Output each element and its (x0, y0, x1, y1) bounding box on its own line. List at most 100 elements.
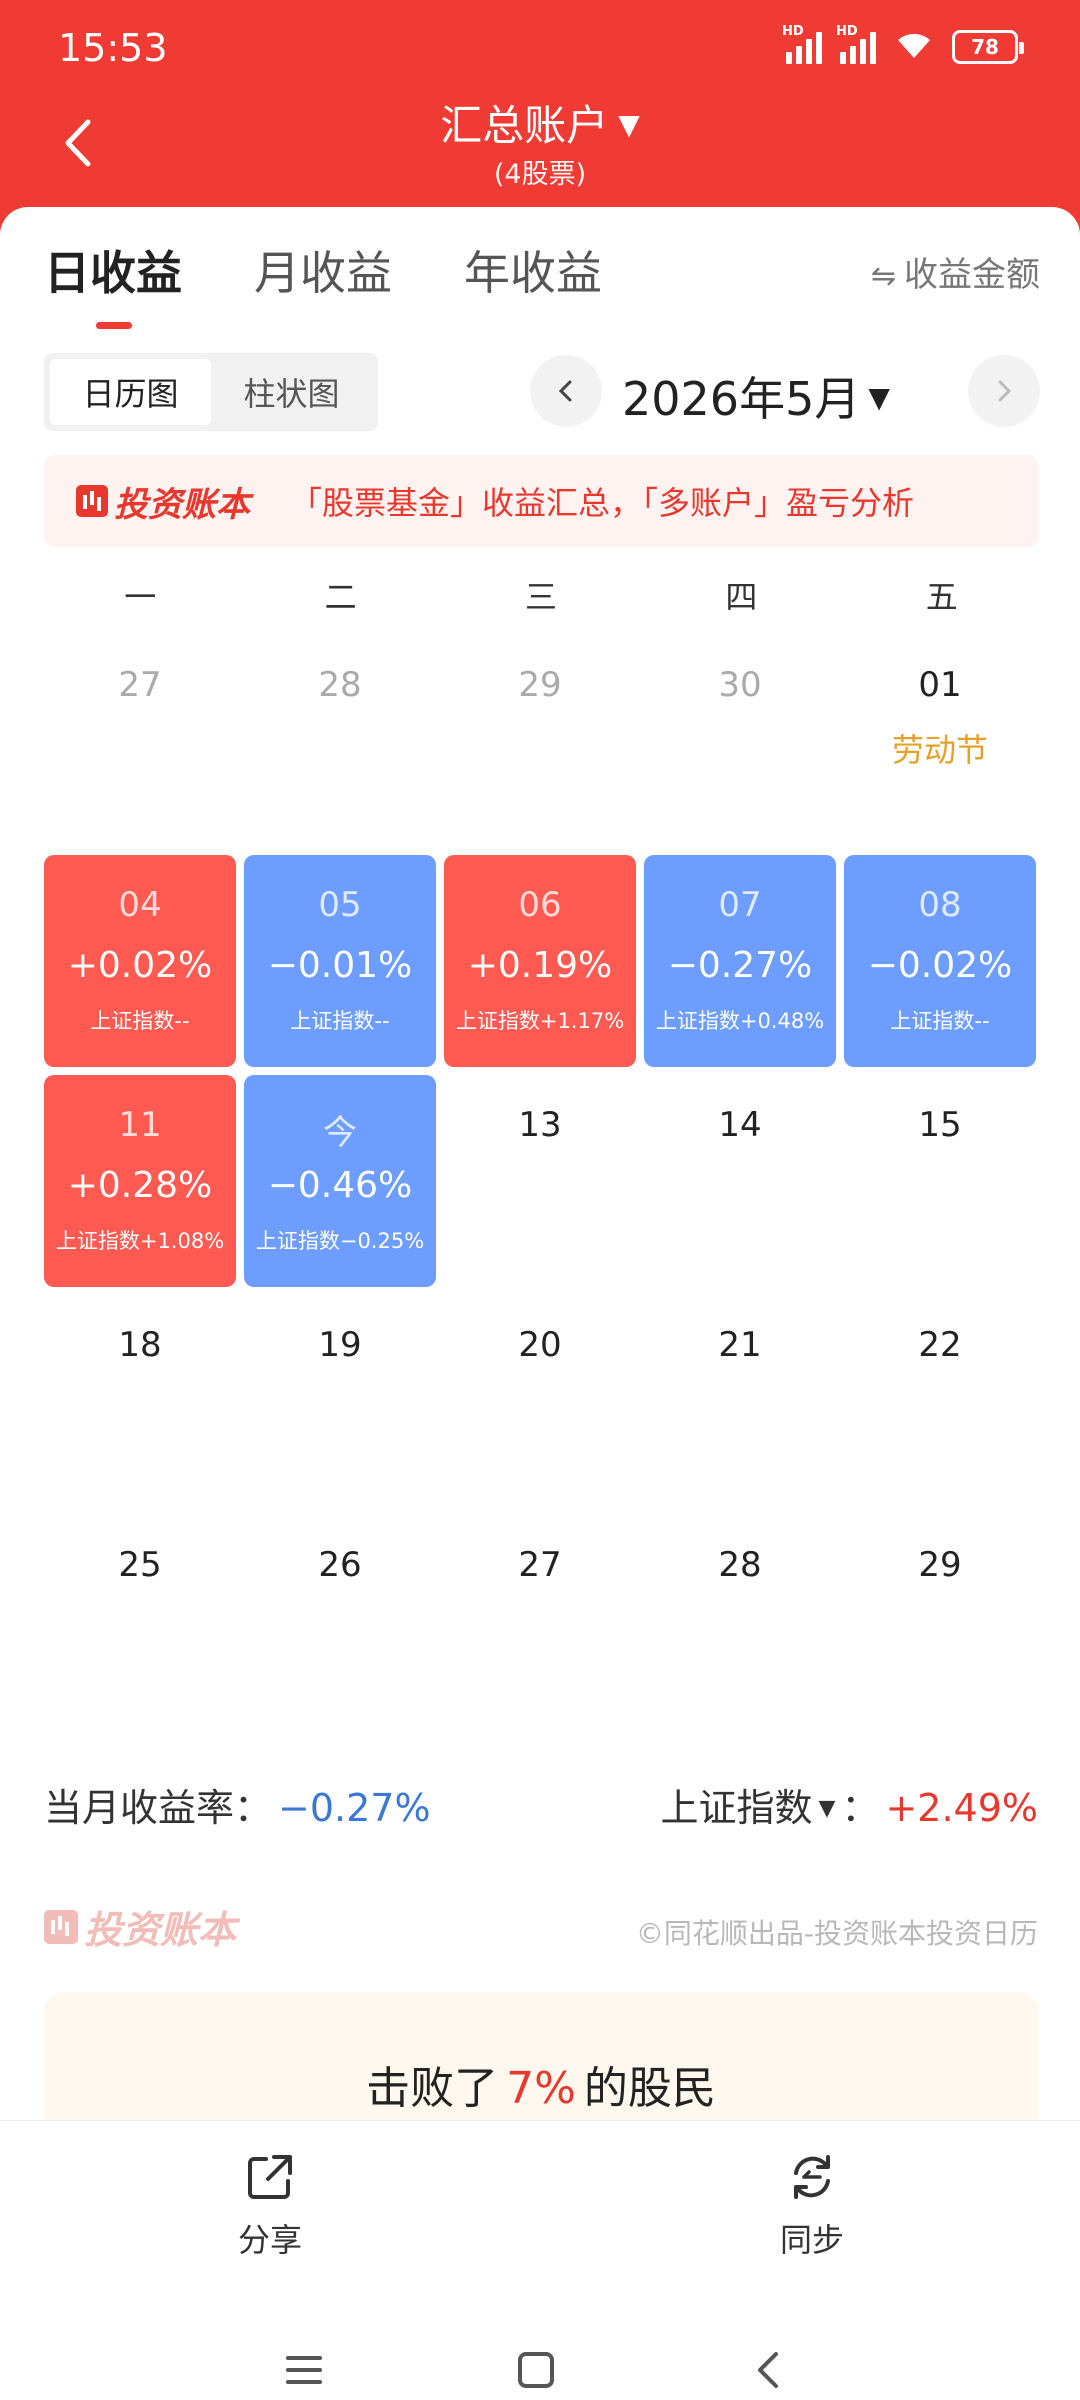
day-number: 28 (318, 665, 362, 705)
tab-monthly[interactable]: 月收益 (254, 237, 392, 303)
calendar-day-cell[interactable]: 26 (244, 1515, 436, 1727)
amount-toggle-label: 收益金额 (904, 255, 1040, 295)
calendar-day-cell[interactable]: 05 −0.01% 上证指数-- (244, 855, 436, 1067)
app-header: 汇总账户 ▼ (4股票) (0, 90, 1080, 210)
day-number: 29 (518, 665, 562, 705)
weekday-label: 五 (925, 578, 958, 616)
day-number: 25 (118, 1545, 162, 1585)
weekday-label: 四 (725, 578, 758, 616)
day-number: 30 (718, 665, 762, 705)
calendar-day-cell[interactable]: 21 (644, 1295, 836, 1507)
tab-daily[interactable]: 日收益 (44, 237, 182, 329)
daily-return: +0.28% (67, 1165, 213, 1206)
monthly-return: 当月收益率： −0.27% (44, 1777, 431, 1832)
calendar-day-cell[interactable]: 28 (644, 1515, 836, 1727)
calendar-grid: 27 28 29 30 01 劳动节 04 +0.02% 上证指数-- 05 −0.01% 上证指数-… (44, 635, 1038, 1727)
day-number: 27 (118, 665, 162, 705)
signal-icon-2: HD (836, 24, 876, 64)
day-number: 20 (518, 1325, 562, 1365)
system-back-button[interactable] (740, 2340, 800, 2400)
status-icons: HD HD 78 (782, 24, 1024, 66)
calendar-day-cell: 27 (44, 635, 236, 847)
calendar-day-cell[interactable]: 08 −0.02% 上证指数-- (844, 855, 1036, 1067)
day-number: 13 (518, 1105, 562, 1145)
share-icon (248, 2155, 292, 2199)
bar-view-button[interactable]: 柱状图 (211, 359, 372, 425)
day-number: 28 (718, 1545, 762, 1585)
calendar-day-cell[interactable]: 今 −0.46% 上证指数−0.25% (244, 1075, 436, 1287)
day-number: 今 (323, 1113, 357, 1153)
account-selector[interactable]: 汇总账户 ▼ (0, 92, 1080, 153)
calendar-day-cell: 29 (444, 635, 636, 847)
chevron-right-icon (998, 380, 1012, 402)
day-number: 22 (918, 1325, 962, 1365)
calendar-day-cell[interactable]: 15 (844, 1075, 1036, 1287)
beat-text: 击败了 7% 的股民 (44, 2052, 1038, 2116)
calendar-day-cell[interactable]: 27 (444, 1515, 636, 1727)
caret-down-icon: ▼ (618, 108, 640, 141)
weekday-label: 一 (124, 578, 157, 616)
home-button[interactable] (506, 2340, 566, 2400)
calendar-day-cell: 30 (644, 635, 836, 847)
calendar-day-cell[interactable]: 18 (44, 1295, 236, 1507)
index-compare[interactable]: 上证指数 ▼： +2.49% (660, 1777, 1038, 1832)
calendar-day-cell[interactable]: 29 (844, 1515, 1036, 1727)
battery-level: 78 (971, 35, 999, 59)
main-sheet: 日收益 月收益 年收益 ⇋ 收益金额 日历图 柱状图 2026年5月 ▼ 投资账本 … (0, 207, 1080, 2400)
calendar-day-cell[interactable]: 14 (644, 1075, 836, 1287)
amount-toggle[interactable]: ⇋ 收益金额 (871, 247, 1040, 296)
recent-apps-button[interactable] (274, 2340, 334, 2400)
monthly-return-label: 当月收益率： (44, 1786, 273, 1830)
brand-logo-icon (44, 1909, 78, 1944)
weekday-label: 三 (524, 578, 557, 616)
calendar-day-cell[interactable]: 11 +0.28% 上证指数+1.08% (44, 1075, 236, 1287)
page-subtitle: (4股票) (493, 159, 587, 190)
index-change: 上证指数+1.17% (455, 1009, 625, 1033)
calendar-day-cell[interactable]: 07 −0.27% 上证指数+0.48% (644, 855, 836, 1067)
bottom-action-bar: 分享 同步 (0, 2120, 1080, 2320)
calendar-day-cell[interactable]: 25 (44, 1515, 236, 1727)
next-month-button[interactable] (968, 355, 1040, 427)
day-number: 08 (918, 885, 962, 925)
tab-yearly[interactable]: 年收益 (464, 237, 602, 303)
day-number: 29 (918, 1545, 962, 1585)
calendar-day-cell[interactable]: 20 (444, 1295, 636, 1507)
prev-month-button[interactable] (530, 355, 602, 427)
day-number: 04 (118, 885, 162, 925)
index-change: 上证指数-- (290, 1009, 390, 1033)
index-change: 上证指数-- (890, 1009, 990, 1033)
day-number: 15 (918, 1105, 962, 1145)
share-button[interactable]: 分享 (180, 2151, 360, 2261)
index-value: +2.49% (885, 1786, 1038, 1830)
brand-logo: 投资账本 (76, 477, 250, 526)
day-number: 19 (318, 1325, 362, 1365)
index-change: 上证指数-- (90, 1009, 190, 1033)
promo-banner[interactable]: 投资账本 「股票基金」收益汇总，「多账户」盈亏分析 (44, 455, 1038, 547)
page-title: 汇总账户 (440, 101, 609, 150)
day-number: 26 (318, 1545, 362, 1585)
month-label: 2026年5月 (622, 372, 861, 426)
calendar-day-cell[interactable]: 22 (844, 1295, 1036, 1507)
credit-text: ©同花顺出品-投资账本投资日历 (635, 1917, 1038, 1950)
calendar-view-button[interactable]: 日历图 (50, 359, 211, 425)
day-number: 01 (918, 665, 962, 705)
daily-return: −0.46% (267, 1165, 413, 1206)
calendar-day-cell[interactable]: 19 (244, 1295, 436, 1507)
calendar-day-cell[interactable]: 13 (444, 1075, 636, 1287)
calendar-day-cell[interactable]: 04 +0.02% 上证指数-- (44, 855, 236, 1067)
status-time: 15:53 (58, 26, 168, 70)
day-number: 14 (718, 1105, 762, 1145)
beat-value: 7% (506, 2063, 576, 2114)
sync-button[interactable]: 同步 (722, 2151, 902, 2261)
month-picker[interactable]: 2026年5月 ▼ (622, 363, 890, 429)
day-number: 07 (718, 885, 762, 925)
calendar-day-cell[interactable]: 06 +0.19% 上证指数+1.17% (444, 855, 636, 1067)
hd-label: HD (782, 24, 804, 39)
wifi-icon (894, 28, 934, 66)
banner-text: 「股票基金」收益汇总，「多账户」盈亏分析 (290, 484, 915, 522)
view-switch: 日历图 柱状图 (44, 353, 378, 431)
index-change: 上证指数+1.08% (55, 1229, 225, 1253)
calendar-day-cell[interactable]: 01 劳动节 (844, 635, 1036, 847)
day-number: 06 (518, 885, 562, 925)
day-number: 27 (518, 1545, 562, 1585)
